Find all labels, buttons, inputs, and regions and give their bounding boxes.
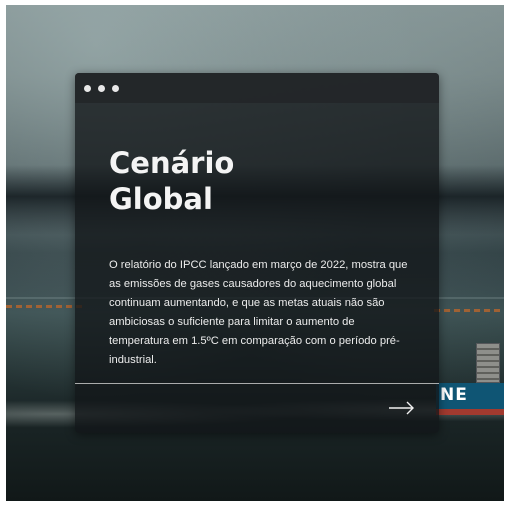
card-body-text: O relatório do IPCC lançado em março de …	[109, 259, 408, 366]
card-title: Cenário Global	[109, 145, 234, 217]
ship-hull-text: NE	[440, 385, 468, 405]
info-card-window: Cenário Global O relatório do IPCC lança…	[75, 73, 439, 433]
card-title-line-2: Global	[109, 182, 213, 216]
buoy-line-right	[434, 309, 504, 312]
window-titlebar	[75, 73, 439, 103]
card-divider	[75, 383, 439, 384]
ship-hull-stripe	[436, 409, 504, 415]
card-title-line-1: Cenário	[109, 146, 235, 180]
next-button[interactable]	[387, 398, 417, 418]
window-dot-2	[98, 85, 105, 92]
buoy-line-left	[6, 305, 86, 308]
arrow-right-icon[interactable]	[387, 398, 417, 418]
container-ship: NE	[436, 343, 504, 423]
window-dot-1	[84, 85, 91, 92]
window-dot-3	[112, 85, 119, 92]
ship-containers	[476, 343, 500, 383]
